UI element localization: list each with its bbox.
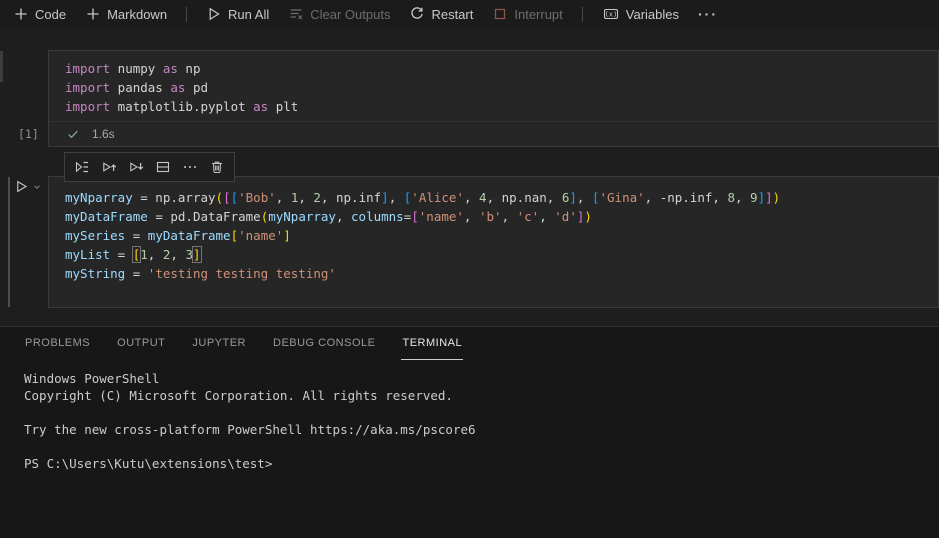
chevron-down-icon[interactable] bbox=[32, 182, 42, 192]
tab-output[interactable]: OUTPUT bbox=[116, 327, 166, 360]
interrupt-icon bbox=[495, 8, 506, 20]
run-by-line-icon[interactable] bbox=[74, 159, 90, 175]
toolbar-divider bbox=[581, 6, 583, 22]
run-above-icon[interactable] bbox=[101, 159, 117, 175]
terminal-line: Windows PowerShell bbox=[24, 371, 160, 386]
restart-icon bbox=[411, 7, 424, 19]
code-line: myDataFrame = pd.DataFrame(myNparray, co… bbox=[65, 209, 592, 224]
vscode-notebook-window: Code Markdown Run All Clear Outputs Rest… bbox=[0, 0, 939, 538]
clear-outputs-button[interactable]: Clear Outputs bbox=[288, 6, 390, 22]
variables-label: Variables bbox=[625, 6, 680, 22]
notebook-toolbar: Code Markdown Run All Clear Outputs Rest… bbox=[0, 0, 939, 28]
cell1-code-editor[interactable]: import numpy as np import pandas as pd imp… bbox=[49, 51, 938, 116]
code-line: import matplotlib.pyplot as plt bbox=[65, 99, 299, 114]
cell1-execution-time: 1.6s bbox=[92, 127, 115, 141]
restart-label: Restart bbox=[431, 6, 474, 22]
code-line: import numpy as np bbox=[65, 61, 201, 76]
terminal-output[interactable]: Windows PowerShell Copyright (C) Microsof… bbox=[24, 370, 476, 472]
bottom-panel: PROBLEMS OUTPUT JUPYTER DEBUG CONSOLE TE… bbox=[0, 326, 939, 538]
terminal-line: PS C:\Users\Kutu\extensions\test> bbox=[24, 456, 273, 471]
add-markdown-cell-button[interactable]: Markdown bbox=[85, 6, 167, 22]
plus-icon bbox=[15, 8, 27, 20]
restart-button[interactable]: Restart bbox=[409, 6, 473, 22]
variables-icon: (x) bbox=[603, 8, 618, 20]
interrupt-button[interactable]: Interrupt bbox=[492, 6, 563, 22]
add-code-label: Code bbox=[35, 6, 67, 22]
delete-cell-icon[interactable] bbox=[209, 159, 225, 175]
clear-outputs-label: Clear Outputs bbox=[310, 6, 391, 22]
more-actions-icon: ··· bbox=[698, 6, 719, 22]
tab-jupyter[interactable]: JUPYTER bbox=[191, 327, 247, 360]
panel-tab-bar: PROBLEMS OUTPUT JUPYTER DEBUG CONSOLE TE… bbox=[0, 327, 939, 360]
code-cell-2[interactable]: myNparray = np.array([['Bob', 1, 2, np.i… bbox=[48, 176, 939, 308]
tab-terminal[interactable]: TERMINAL bbox=[401, 327, 464, 360]
add-markdown-label: Markdown bbox=[107, 6, 168, 22]
more-actions-icon[interactable] bbox=[182, 159, 198, 175]
run-all-button[interactable]: Run All bbox=[206, 6, 269, 22]
cell2-run-button[interactable] bbox=[14, 179, 42, 194]
terminal-line: Copyright (C) Microsoft Corporation. All… bbox=[24, 388, 453, 403]
success-check-icon bbox=[68, 130, 78, 139]
cell-hover-toolbar bbox=[64, 152, 235, 182]
focused-cell-indicator-bar bbox=[8, 177, 10, 307]
code-line: mySeries = myDataFrame['name'] bbox=[65, 228, 291, 243]
cell1-left-indicator bbox=[0, 51, 3, 82]
svg-text:(x): (x) bbox=[604, 11, 617, 19]
code-line: import pandas as pd bbox=[65, 80, 209, 95]
split-cell-icon[interactable] bbox=[155, 159, 171, 175]
cell2-code-editor[interactable]: myNparray = np.array([['Bob', 1, 2, np.i… bbox=[49, 177, 938, 283]
code-line: myList = [1, 2, 3] bbox=[65, 246, 202, 263]
terminal-line: Try the new cross-platform PowerShell ht… bbox=[24, 422, 476, 437]
toolbar-divider bbox=[186, 6, 188, 22]
run-all-icon bbox=[209, 7, 220, 21]
code-cell-1[interactable]: import numpy as np import pandas as pd imp… bbox=[48, 50, 939, 147]
clear-outputs-icon bbox=[290, 9, 303, 20]
interrupt-label: Interrupt bbox=[514, 6, 563, 22]
variables-button[interactable]: (x) Variables bbox=[602, 6, 679, 22]
run-cell-icon bbox=[17, 180, 28, 193]
cell1-execution-count: [1] bbox=[18, 127, 39, 141]
add-code-cell-button[interactable]: Code bbox=[13, 6, 66, 22]
tab-debug-console[interactable]: DEBUG CONSOLE bbox=[272, 327, 376, 360]
plus-icon bbox=[87, 8, 99, 20]
run-below-icon[interactable] bbox=[128, 159, 144, 175]
more-actions-button[interactable]: ··· bbox=[698, 6, 718, 22]
cell1-status-bar: 1.6s bbox=[49, 121, 938, 146]
code-line: myNparray = np.array([['Bob', 1, 2, np.i… bbox=[65, 190, 781, 205]
tab-problems[interactable]: PROBLEMS bbox=[24, 327, 91, 360]
run-all-label: Run All bbox=[228, 6, 270, 22]
code-line: myString = 'testing testing testing' bbox=[65, 266, 336, 281]
